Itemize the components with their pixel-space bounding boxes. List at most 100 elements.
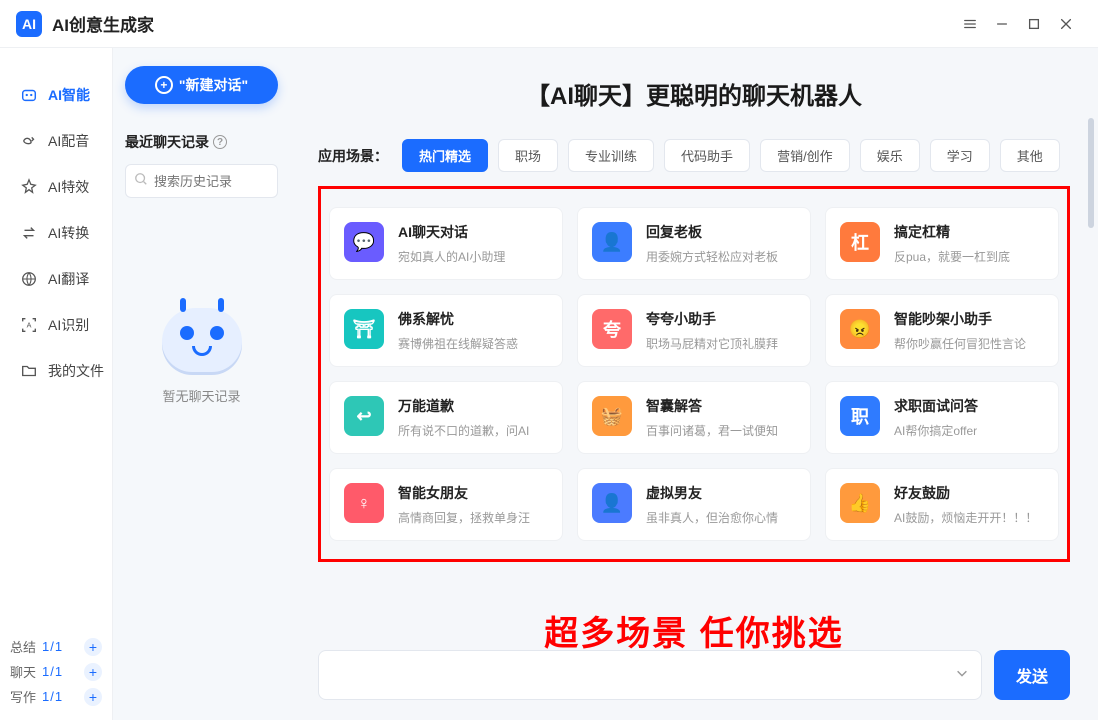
card-subtitle: AI鼓励，烦恼走开开！！！: [894, 509, 1037, 526]
nav-ai-convert[interactable]: AI转换: [0, 210, 112, 256]
scenario-card[interactable]: 夸夸夸小助手职场马屁精对它顶礼膜拜: [577, 294, 811, 367]
card-subtitle: 用委婉方式轻松应对老板: [646, 248, 778, 265]
scrollbar[interactable]: [1088, 118, 1094, 228]
scenario-card[interactable]: 职求职面试问答AI帮你搞定offer: [825, 381, 1059, 454]
nav-label: AI特效: [48, 177, 89, 197]
footer-write-plus[interactable]: +: [84, 688, 102, 706]
new-chat-button[interactable]: + "新建对话": [125, 66, 278, 104]
scenario-card[interactable]: ⛩佛系解忧赛博佛祖在线解疑答惑: [329, 294, 563, 367]
footer-write-label: 写作: [10, 687, 36, 706]
chevron-down-icon[interactable]: [955, 666, 969, 685]
nav-ai-voice[interactable]: AI配音: [0, 118, 112, 164]
scenario-grid: 💬AI聊天对话宛如真人的AI小助理 👤 回复老板用委婉方式轻松应对老板 杠搞定杠精反p…: [329, 207, 1059, 541]
nav-ai-ocr[interactable]: A AI识别: [0, 302, 112, 348]
card-title: 夸夸小助手: [646, 309, 778, 329]
page-title: 【AI聊天】更聪明的聊天机器人: [318, 76, 1070, 111]
tab-hot[interactable]: 热门精选: [402, 139, 488, 172]
empty-history-hint: 暂无聊天记录: [162, 386, 240, 405]
nav-label: AI智能: [48, 85, 90, 105]
minimize-icon[interactable]: [986, 8, 1018, 40]
search-icon: [134, 172, 148, 191]
footer-summary-count: 1/1: [42, 639, 63, 654]
nav-ai-fx[interactable]: AI特效: [0, 164, 112, 210]
card-subtitle: 宛如真人的AI小助理: [398, 248, 505, 265]
card-icon: 夸: [592, 309, 632, 349]
scenario-card[interactable]: ♀智能女朋友高情商回复，拯救单身汪: [329, 468, 563, 541]
robot-icon: [20, 86, 38, 104]
card-subtitle: 反pua，就要一杠到底: [894, 248, 1010, 265]
card-icon: 杠: [840, 222, 880, 262]
tab-training[interactable]: 专业训练: [568, 139, 654, 172]
card-subtitle: 所有说不口的道歉，问AI: [398, 422, 529, 439]
card-subtitle: 赛博佛祖在线解疑答惑: [398, 335, 518, 352]
maximize-icon[interactable]: [1018, 8, 1050, 40]
scenario-card[interactable]: 💬AI聊天对话宛如真人的AI小助理: [329, 207, 563, 280]
card-icon: ♀: [344, 483, 384, 523]
card-icon: ⛩: [344, 309, 384, 349]
scenario-card[interactable]: 👍好友鼓励AI鼓励，烦恼走开开！！！: [825, 468, 1059, 541]
tab-entertainment[interactable]: 娱乐: [860, 139, 920, 172]
close-icon[interactable]: [1050, 8, 1082, 40]
send-button[interactable]: 发送: [994, 650, 1070, 700]
card-title: AI聊天对话: [398, 222, 505, 242]
message-input[interactable]: [318, 650, 982, 700]
scenario-card[interactable]: 👤回复老板用委婉方式轻松应对老板: [577, 207, 811, 280]
svg-text:A: A: [27, 321, 32, 330]
scenario-card[interactable]: 👤 虚拟男友虽非真人，但治愈你心情: [577, 468, 811, 541]
card-icon: ↩: [344, 396, 384, 436]
send-label: 发送: [1016, 663, 1048, 687]
tab-other[interactable]: 其他: [1000, 139, 1060, 172]
menu-icon[interactable]: [954, 8, 986, 40]
nav-label: AI转换: [48, 223, 89, 243]
scenario-tabs: 应用场景： 热门精选 职场 专业训练 代码助手 营销/创作 娱乐 学习 其他: [318, 139, 1070, 172]
app-title: AI创意生成家: [52, 11, 154, 36]
card-title: 好友鼓励: [894, 483, 1037, 503]
tab-code[interactable]: 代码助手: [664, 139, 750, 172]
scenario-card[interactable]: 杠搞定杠精反pua，就要一杠到底: [825, 207, 1059, 280]
card-icon: 职: [840, 396, 880, 436]
tabs-label: 应用场景：: [318, 146, 388, 166]
session-panel: + "新建对话" 最近聊天记录 ? 暂无聊天记录: [112, 48, 290, 720]
nav-my-files[interactable]: 我的文件: [0, 348, 112, 394]
compose-row: 发送: [318, 650, 1070, 700]
nav-label: 我的文件: [48, 361, 104, 381]
mic-icon: [20, 132, 38, 150]
card-subtitle: 职场马屁精对它顶礼膜拜: [646, 335, 778, 352]
plus-icon: +: [155, 76, 173, 94]
card-title: 搞定杠精: [894, 222, 1010, 242]
card-subtitle: 虽非真人，但治愈你心情: [646, 509, 778, 526]
tab-study[interactable]: 学习: [930, 139, 990, 172]
scenario-card[interactable]: 🧺智囊解答百事问诸葛，君一试便知: [577, 381, 811, 454]
card-title: 万能道歉: [398, 396, 529, 416]
card-title: 智能吵架小助手: [894, 309, 1026, 329]
card-icon: 🧺: [592, 396, 632, 436]
promo-overlay-text: 超多场景 任你挑选: [290, 606, 1098, 655]
footer-chat-plus[interactable]: +: [84, 663, 102, 681]
nav-ai-translate[interactable]: AI翻译: [0, 256, 112, 302]
hot-grid-outline: 💬AI聊天对话宛如真人的AI小助理 👤 回复老板用委婉方式轻松应对老板 杠搞定杠精反p…: [318, 186, 1070, 562]
nav-ai-smart[interactable]: AI智能: [0, 72, 112, 118]
scenario-card[interactable]: ↩ 万能道歉所有说不口的道歉，问AI: [329, 381, 563, 454]
bot-avatar: [162, 308, 242, 372]
swap-icon: [20, 224, 38, 242]
footer-summary-plus[interactable]: +: [84, 638, 102, 656]
card-subtitle: 高情商回复，拯救单身汪: [398, 509, 530, 526]
card-title: 虚拟男友: [646, 483, 778, 503]
tab-workplace[interactable]: 职场: [498, 139, 558, 172]
card-title: 回复老板: [646, 222, 778, 242]
footer-write-count: 1/1: [42, 689, 63, 704]
new-chat-label: "新建对话": [179, 75, 248, 95]
tab-marketing[interactable]: 营销/创作: [760, 139, 850, 172]
nav-label: AI翻译: [48, 269, 89, 289]
recent-heading: 最近聊天记录 ?: [125, 132, 278, 152]
card-icon: 👤: [592, 483, 632, 523]
footer-summary-label: 总结: [10, 637, 36, 656]
scenario-card[interactable]: 😠智能吵架小助手帮你吵赢任何冒犯性言论: [825, 294, 1059, 367]
folder-icon: [20, 362, 38, 380]
help-icon[interactable]: ?: [213, 135, 227, 149]
search-history[interactable]: [125, 164, 278, 198]
recent-label: 最近聊天记录: [125, 132, 209, 152]
footer-chat-label: 聊天: [10, 662, 36, 681]
scan-icon: A: [20, 316, 38, 334]
app-logo: AI: [16, 11, 42, 37]
